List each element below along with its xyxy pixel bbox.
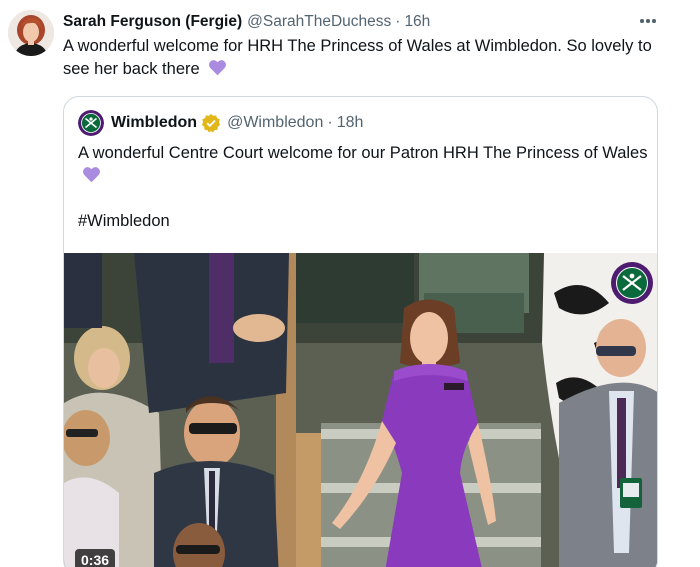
separator-dot: · (395, 13, 401, 30)
post-header: Sarah Ferguson (Fergie) @SarahTheDuchess… (63, 12, 430, 32)
more-horizontal-icon (640, 19, 644, 23)
separator-dot: · (327, 114, 333, 131)
wimbledon-championships-logo-icon (611, 262, 653, 304)
gold-verified-badge-icon (201, 113, 221, 133)
profile-photo-icon (8, 10, 54, 56)
post[interactable]: Sarah Ferguson (Fergie) @SarahTheDuchess… (0, 0, 700, 567)
video-thumbnail (64, 253, 657, 567)
video-player[interactable]: 0:36 (64, 253, 657, 567)
more-options-button[interactable] (636, 10, 660, 32)
quoted-post-timestamp[interactable]: 18h (337, 114, 364, 132)
video-duration-badge: 0:36 (75, 549, 116, 567)
author-display-name[interactable]: Sarah Ferguson (Fergie) (63, 13, 242, 31)
purple-heart-icon (209, 60, 227, 76)
wimbledon-logo-icon[interactable] (78, 110, 104, 136)
purple-heart-icon (83, 167, 100, 183)
post-timestamp[interactable]: 16h (404, 13, 430, 31)
hashtag-link[interactable]: #Wimbledon (78, 212, 170, 231)
post-body: A wonderful welcome for HRH The Princess… (63, 37, 652, 78)
quoted-post-header: Wimbledon @Wimbledon · 18h (78, 110, 363, 136)
quoted-post-text: A wonderful Centre Court welcome for our… (78, 142, 648, 188)
quoted-author-handle[interactable]: @Wimbledon (227, 114, 323, 132)
quoted-author-display-name[interactable]: Wimbledon (111, 114, 197, 132)
author-handle[interactable]: @SarahTheDuchess (247, 13, 391, 31)
post-text: A wonderful welcome for HRH The Princess… (63, 35, 663, 81)
quoted-post[interactable]: Wimbledon @Wimbledon · 18h A wonderful C… (63, 96, 658, 567)
author-avatar[interactable] (8, 10, 54, 56)
quoted-post-body: A wonderful Centre Court welcome for our… (78, 144, 648, 162)
